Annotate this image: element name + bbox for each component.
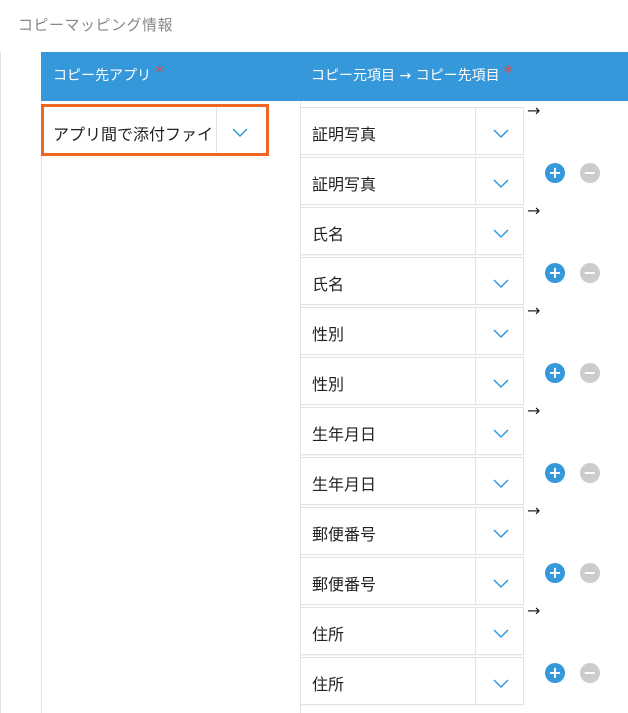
section-title: コピーマッピング情報	[18, 16, 174, 34]
add-row-button[interactable]: +	[545, 463, 565, 483]
chevron-down-icon[interactable]	[493, 424, 509, 443]
add-row-button[interactable]: +	[545, 363, 565, 383]
dest-field-select[interactable]: 郵便番号	[300, 557, 524, 605]
section-divider	[0, 52, 1, 713]
source-field-select[interactable]: 生年月日	[300, 407, 524, 455]
dest-field-value: 住所	[312, 675, 345, 694]
chevron-down-icon[interactable]	[493, 124, 509, 143]
select-divider	[475, 658, 476, 704]
dest-field-select[interactable]: 住所	[300, 657, 524, 705]
add-row-button[interactable]: +	[545, 563, 565, 583]
remove-row-button[interactable]: −	[580, 563, 600, 583]
source-field-value: 氏名	[312, 225, 345, 244]
dest-field-select[interactable]: 証明写真	[300, 157, 524, 205]
app-column	[41, 101, 301, 713]
dest-field-value: 証明写真	[312, 175, 377, 194]
dest-field-value: 郵便番号	[312, 575, 377, 594]
chevron-down-icon[interactable]	[232, 123, 248, 142]
dest-field-select[interactable]: 性別	[300, 357, 524, 405]
mapping-arrow-icon: →	[527, 401, 541, 420]
select-divider	[475, 508, 476, 554]
mapping-arrow-icon: →	[527, 501, 541, 520]
chevron-down-icon[interactable]	[493, 324, 509, 343]
mapping-arrow-icon: →	[527, 101, 541, 120]
mapping-arrow-icon: →	[527, 201, 541, 220]
select-divider	[475, 208, 476, 254]
mapping-arrow-icon: →	[527, 601, 541, 620]
dest-app-value: アプリ間で添付ファイ	[53, 125, 214, 144]
select-divider	[475, 608, 476, 654]
select-divider	[475, 158, 476, 204]
chevron-down-icon[interactable]	[493, 624, 509, 643]
chevron-down-icon[interactable]	[493, 174, 509, 193]
chevron-down-icon[interactable]	[493, 474, 509, 493]
source-field-value: 住所	[312, 625, 345, 644]
dest-field-value: 生年月日	[312, 475, 377, 494]
select-divider	[475, 358, 476, 404]
chevron-down-icon[interactable]	[493, 674, 509, 693]
source-field-value: 性別	[312, 325, 345, 344]
table-header: コピー先アプリ * コピー元項目 → コピー先項目 *	[41, 52, 628, 101]
source-field-select[interactable]: 性別	[300, 307, 524, 355]
chevron-down-icon[interactable]	[493, 224, 509, 243]
source-field-select[interactable]: 証明写真	[300, 107, 524, 155]
header-app-cell: コピー先アプリ *	[53, 62, 164, 85]
select-divider	[475, 408, 476, 454]
add-row-button[interactable]: +	[545, 263, 565, 283]
select-divider	[216, 107, 217, 153]
chevron-down-icon[interactable]	[493, 274, 509, 293]
select-divider	[475, 558, 476, 604]
select-divider	[475, 258, 476, 304]
remove-row-button[interactable]: −	[580, 463, 600, 483]
source-field-value: 証明写真	[312, 125, 377, 144]
mapping-arrow-icon: →	[527, 301, 541, 320]
dest-field-select[interactable]: 生年月日	[300, 457, 524, 505]
select-divider	[475, 108, 476, 154]
dest-app-select[interactable]: アプリ間で添付ファイ	[41, 104, 269, 156]
add-row-button[interactable]: +	[545, 663, 565, 683]
header-app-label: コピー先アプリ	[53, 68, 151, 84]
dest-field-value: 性別	[312, 375, 345, 394]
source-field-value: 郵便番号	[312, 525, 377, 544]
dest-field-value: 氏名	[312, 275, 345, 294]
header-mapping-cell: コピー元項目 → コピー先項目 *	[311, 62, 513, 85]
dest-field-select[interactable]: 氏名	[300, 257, 524, 305]
source-field-select[interactable]: 郵便番号	[300, 507, 524, 555]
required-mark: *	[155, 62, 164, 83]
remove-row-button[interactable]: −	[580, 663, 600, 683]
required-mark: *	[503, 62, 513, 83]
remove-row-button[interactable]: −	[580, 263, 600, 283]
select-divider	[475, 458, 476, 504]
add-row-button[interactable]: +	[545, 163, 565, 183]
source-field-value: 生年月日	[312, 425, 377, 444]
chevron-down-icon[interactable]	[493, 374, 509, 393]
remove-row-button[interactable]: −	[580, 163, 600, 183]
remove-row-button[interactable]: −	[580, 363, 600, 383]
header-mapping-label: コピー元項目 → コピー先項目	[311, 68, 500, 84]
chevron-down-icon[interactable]	[493, 574, 509, 593]
select-divider	[475, 308, 476, 354]
source-field-select[interactable]: 住所	[300, 607, 524, 655]
source-field-select[interactable]: 氏名	[300, 207, 524, 255]
chevron-down-icon[interactable]	[493, 524, 509, 543]
